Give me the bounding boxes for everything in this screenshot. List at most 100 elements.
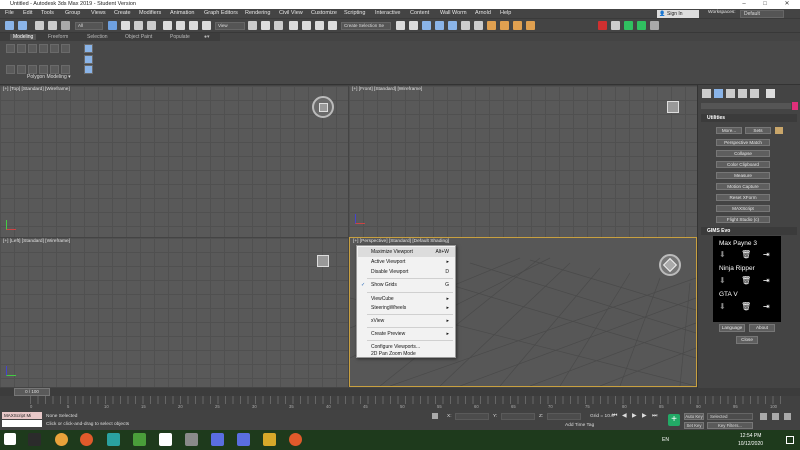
reference-coordinate-select[interactable]: View [215, 22, 245, 30]
measure-button[interactable]: Measure [716, 172, 770, 179]
set-key-button[interactable]: Set Key [684, 422, 704, 429]
export-icon[interactable]: ⇥ [763, 251, 771, 259]
viewcube-front-icon[interactable] [667, 101, 679, 113]
align-icon[interactable] [409, 21, 418, 30]
export-icon[interactable]: ⇥ [763, 277, 771, 285]
maximize-button[interactable]: □ [756, 0, 774, 9]
lock-selection-icon[interactable] [432, 413, 438, 419]
delete-icon[interactable]: 🗑 [741, 277, 751, 285]
selection-filter-select[interactable]: All [75, 22, 103, 30]
ribbon-tool-9-icon[interactable] [6, 65, 15, 74]
pivot-center-icon[interactable] [248, 21, 257, 30]
discord-alt-icon[interactable] [237, 433, 250, 446]
delete-icon[interactable]: 🗑 [741, 251, 751, 259]
menu-animation[interactable]: Animation [170, 10, 194, 16]
rendered-frame-window-icon[interactable] [513, 21, 522, 30]
ribbon-tool-4-icon[interactable] [39, 44, 48, 53]
select-manipulate-icon[interactable] [261, 21, 270, 30]
schematic-view-icon[interactable] [474, 21, 483, 30]
menu-group[interactable]: Group [65, 10, 80, 16]
gims-rollout-header[interactable]: GIMS Evo [701, 227, 797, 235]
rectangle-selection-icon[interactable] [134, 21, 143, 30]
set-key-icon[interactable]: + [668, 414, 680, 426]
auto-key-button[interactable]: Auto Key [684, 413, 704, 420]
redo-icon[interactable] [18, 21, 27, 30]
percent-snap-icon[interactable] [315, 21, 324, 30]
utilities-panel-icon[interactable] [766, 89, 775, 98]
folder-icon[interactable] [263, 433, 276, 446]
link-icon[interactable] [35, 21, 44, 30]
z-coordinate-field[interactable] [547, 413, 581, 420]
viewcube-left-icon[interactable] [317, 255, 329, 267]
ribbon-tool-13-icon[interactable] [50, 65, 59, 74]
ribbon-tool-3-icon[interactable] [28, 44, 37, 53]
ribbon-tool-12-icon[interactable] [39, 65, 48, 74]
configure-sets-icon[interactable] [775, 127, 783, 134]
ribbon-tool-14-icon[interactable] [61, 65, 70, 74]
viewport-top-label[interactable]: [+] [Top] [Standard] [Wireframe] [3, 87, 70, 92]
import-icon[interactable]: ⬇ [719, 251, 727, 259]
hierarchy-panel-icon[interactable] [726, 89, 735, 98]
menu-graph-editors[interactable]: Graph Editors [204, 10, 238, 16]
close-window-button[interactable]: ✕ [778, 0, 796, 9]
file-icon[interactable] [159, 433, 172, 446]
motion-panel-icon[interactable] [738, 89, 747, 98]
menu-rendering[interactable]: Rendering [245, 10, 270, 16]
menu-item-show-grids[interactable]: ✓ Show Grids G [358, 280, 455, 290]
perspective-match-button[interactable]: Perspective Match [716, 139, 770, 146]
toggle-layer-explorer-icon[interactable] [435, 21, 444, 30]
panel-search-bar[interactable] [701, 103, 791, 109]
zoom-icon[interactable] [772, 413, 779, 420]
firefox-icon[interactable] [80, 433, 93, 446]
modify-panel-icon[interactable] [714, 89, 723, 98]
viewport-top[interactable]: [+] [Top] [Standard] [Wireframe] [0, 86, 348, 237]
more-button[interactable]: More... [716, 127, 742, 134]
tab-populate[interactable]: Populate [170, 34, 190, 40]
add-time-tag[interactable]: Add Time Tag [565, 423, 594, 428]
viewport-perspective-label[interactable]: [+] [Perspective] [Standard] [Default Sh… [353, 239, 449, 244]
color-clipboard-button[interactable]: Color Clipboard [716, 161, 770, 168]
ribbon-tool-2-icon[interactable] [17, 44, 26, 53]
curve-editor-icon[interactable] [461, 21, 470, 30]
arnold-ipr-icon[interactable] [611, 21, 620, 30]
3dsmax-icon[interactable] [107, 433, 120, 446]
steam-icon[interactable] [185, 433, 198, 446]
ribbon-tool-11-icon[interactable] [28, 65, 37, 74]
clock-date[interactable]: 10/12/2020 [738, 441, 763, 447]
clock-time[interactable]: 12:54 PM [740, 433, 761, 439]
close-button[interactable]: Close [736, 336, 758, 344]
viewcube-perspective-icon[interactable] [659, 254, 681, 276]
goto-end-icon[interactable]: ⏭ [652, 413, 657, 419]
ribbon-tool-7-icon[interactable] [84, 44, 93, 53]
viewport-left[interactable]: [+] [Left] [Standard] [Wireframe] [0, 238, 348, 387]
import-icon[interactable]: ⬇ [719, 303, 727, 311]
tab-selection[interactable]: Selection [87, 34, 108, 40]
play-icon[interactable]: ▶ [632, 413, 637, 419]
render-production-icon[interactable] [526, 21, 535, 30]
ribbon-tool-1-icon[interactable] [6, 44, 15, 53]
maxscript-listener[interactable]: MAXScript Mi [2, 412, 42, 419]
key-mode-select[interactable]: Selected [707, 413, 753, 420]
menu-arnold[interactable]: Arnold [475, 10, 491, 16]
viewport-front-label[interactable]: [+] [Front] [Standard] [Wireframe] [352, 87, 422, 92]
tab-freeform[interactable]: Freeform [48, 34, 68, 40]
language-indicator[interactable]: EN [662, 437, 669, 443]
menu-interactive[interactable]: Interactive [375, 10, 400, 16]
render-setup-icon[interactable] [500, 21, 509, 30]
menu-wall-worm[interactable]: Wall Worm [440, 10, 467, 16]
y-coordinate-field[interactable] [501, 413, 535, 420]
menu-item-create-preview[interactable]: Create Preview ▸ [358, 329, 455, 339]
workspace-select[interactable]: Default [740, 10, 784, 18]
menu-scripting[interactable]: Scripting [344, 10, 365, 16]
flight-studio-button[interactable]: Flight Studio (c) [716, 216, 770, 223]
unlink-icon[interactable] [48, 21, 57, 30]
prev-frame-icon[interactable]: ◀ [622, 413, 627, 419]
sign-in-dropdown[interactable]: 👤 Sign In [657, 10, 699, 18]
viewcube-top-icon[interactable] [312, 96, 334, 118]
material-editor-icon[interactable] [487, 21, 496, 30]
menu-item-2d-pan-zoom[interactable]: 2D Pan Zoom Mode [358, 350, 455, 358]
move-icon[interactable] [163, 21, 172, 30]
wallworm-icon[interactable] [624, 21, 633, 30]
menu-help[interactable]: Help [500, 10, 511, 16]
menu-item-disable-viewport[interactable]: Disable Viewport D [358, 267, 455, 277]
